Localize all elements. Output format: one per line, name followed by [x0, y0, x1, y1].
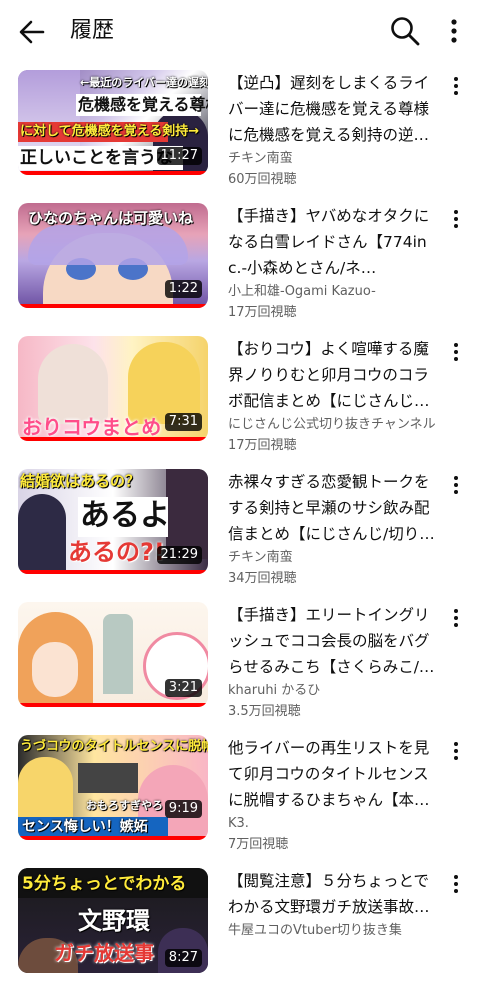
watch-progress-fill — [18, 836, 208, 840]
search-button[interactable] — [388, 14, 422, 48]
history-list: ←最近のライバー達の遅刻問題に 危機感を覚える尊様 に対して危機感を覚える剣持→… — [0, 62, 480, 993]
view-count: 60万回視聴 — [228, 172, 297, 187]
channel-name: にじさんじ公式切り抜きチャンネル — [228, 417, 436, 432]
more-vertical-icon — [454, 875, 458, 893]
thumbnail-text: 危機感を覚える尊様 — [78, 95, 208, 114]
thumbnail-text: おもろすぎやろ — [86, 799, 163, 812]
watch-progress-fill — [18, 703, 208, 707]
view-count: 17万回視聴 — [228, 305, 297, 320]
thumbnail-text: おりコウまとめ — [22, 415, 162, 439]
video-menu-button[interactable] — [446, 207, 466, 233]
more-vertical-icon — [454, 609, 458, 627]
duration-badge: 1:22 — [164, 280, 202, 298]
thumbnail-text: あるよ — [80, 498, 170, 533]
watch-progress-fill — [18, 171, 208, 175]
more-vertical-icon — [451, 19, 457, 43]
arrow-left-icon — [19, 20, 45, 44]
video-title[interactable]: 赤裸々すぎる恋愛観トークをする剣持と早瀬のサシ飲み配信まとめ【にじさんじ/切り… — [228, 469, 438, 547]
video-thumbnail[interactable]: ひなのちゃんは可愛いね 1:22 — [18, 203, 208, 308]
video-item[interactable]: 3:21 【手描き】エリートイングリッシュでココ会長の脳をバグらせるみこち【さく… — [0, 594, 480, 727]
view-count: 17万回視聴 — [228, 438, 297, 453]
channel-name: 牛屋ユコのVtuber切り抜き集 — [228, 923, 402, 938]
video-meta: 他ライバーの再生リストを見て卯月コウのタイトルセンスに脱帽するひまちゃん【本… … — [228, 735, 438, 855]
thumbnail-text: ひなのちゃんは可愛いね — [28, 209, 194, 227]
search-icon — [391, 17, 420, 46]
watch-progress-bar — [18, 836, 208, 840]
more-vertical-icon — [454, 742, 458, 760]
page-title: 履歴 — [70, 18, 115, 43]
duration-badge: 7:31 — [164, 413, 202, 431]
thumbnail-text: うづコウのタイトルセンスに脱帽 — [20, 739, 208, 754]
more-vertical-icon — [454, 343, 458, 361]
video-item[interactable]: ←最近のライバー達の遅刻問題に 危機感を覚える尊様 に対して危機感を覚える剣持→… — [0, 62, 480, 195]
video-menu-button[interactable] — [446, 739, 466, 765]
video-menu-button[interactable] — [446, 473, 466, 499]
thumbnail-text: に対して危機感を覚える剣持→ — [20, 124, 200, 139]
video-item[interactable]: ひなのちゃんは可愛いね 1:22 【手描き】ヤバめなオタクになる白雪レイドさん【… — [0, 195, 480, 328]
video-thumbnail[interactable]: 5分ちょっとでわかる 文野環 ガチ放送事 8:27 — [18, 868, 208, 973]
video-item[interactable]: 結婚欲はあるの？ あるよ あるの?! 21:29 赤裸々すぎる恋愛観トークをする… — [0, 461, 480, 594]
view-count: 7万回視聴 — [228, 837, 289, 852]
video-item[interactable]: うづコウのタイトルセンスに脱帽 おもろすぎやろ センス悔しい！嫉妬 9:19 他… — [0, 727, 480, 860]
video-title[interactable]: 他ライバーの再生リストを見て卯月コウのタイトルセンスに脱帽するひまちゃん【本… — [228, 735, 438, 813]
watch-progress-bar — [18, 703, 208, 707]
video-item[interactable]: 5分ちょっとでわかる 文野環 ガチ放送事 8:27 【閲覧注意】５分ちょっとでわ… — [0, 860, 480, 993]
channel-name: kharuhi かるひ — [228, 683, 321, 698]
video-thumbnail[interactable]: ←最近のライバー達の遅刻問題に 危機感を覚える尊様 に対して危機感を覚える剣持→… — [18, 70, 208, 175]
duration-badge: 11:27 — [156, 147, 202, 165]
video-menu-button[interactable] — [446, 606, 466, 632]
video-title[interactable]: 【閲覧注意】５分ちょっとでわかる文野環ガチ放送事故【にじさんじ/文野環/剣持… — [228, 868, 438, 920]
video-title[interactable]: 【逆凸】遅刻をしまくるライバー達に危機感を覚える尊様に危機感を覚える剣持の逆… — [228, 70, 438, 148]
back-button[interactable] — [14, 14, 50, 50]
video-meta: 【おりコウ】よく喧嘩する魔界ノりりむと卯月コウのコラボ配信まとめ【にじさんじ… … — [228, 336, 438, 456]
watch-progress-fill — [18, 570, 208, 574]
thumbnail-text: あるの?! — [68, 538, 165, 566]
more-vertical-icon — [454, 77, 458, 95]
channel-name: チキン南蛮 — [228, 550, 293, 565]
video-meta: 【逆凸】遅刻をしまくるライバー達に危機感を覚える尊様に危機感を覚える剣持の逆… … — [228, 70, 438, 190]
thumbnail-text: 結婚欲はあるの？ — [20, 472, 141, 490]
channel-name: チキン南蛮 — [228, 151, 293, 166]
video-title[interactable]: 【手描き】エリートイングリッシュでココ会長の脳をバグらせるみこち【さくらみこ/… — [228, 602, 438, 680]
watch-progress-bar — [18, 437, 208, 441]
thumbnail-text: 文野環 — [78, 907, 150, 935]
video-menu-button[interactable] — [446, 74, 466, 100]
more-vertical-icon — [454, 476, 458, 494]
more-vertical-icon — [454, 210, 458, 228]
top-app-bar: 履歴 — [0, 0, 480, 62]
view-count: 34万回視聴 — [228, 571, 297, 586]
video-thumbnail[interactable]: おりコウまとめ 7:31 — [18, 336, 208, 441]
thumbnail-text: 5分ちょっとでわかる — [22, 874, 187, 894]
watch-progress-bar — [18, 171, 208, 175]
video-item[interactable]: おりコウまとめ 7:31 【おりコウ】よく喧嘩する魔界ノりりむと卯月コウのコラボ… — [0, 328, 480, 461]
thumbnail-text: センス悔しい！嫉妬 — [22, 819, 148, 835]
more-options-button[interactable] — [440, 14, 468, 48]
watch-progress-bar — [18, 304, 208, 308]
channel-name: K3. — [228, 816, 249, 831]
video-meta: 赤裸々すぎる恋愛観トークをする剣持と早瀬のサシ飲み配信まとめ【にじさんじ/切り…… — [228, 469, 438, 589]
duration-badge: 8:27 — [164, 949, 202, 967]
watch-progress-fill — [18, 304, 208, 308]
duration-badge: 21:29 — [156, 546, 202, 564]
duration-badge: 3:21 — [164, 679, 202, 697]
video-menu-button[interactable] — [446, 872, 466, 898]
watch-progress-fill — [18, 437, 208, 441]
video-meta: 【閲覧注意】５分ちょっとでわかる文野環ガチ放送事故【にじさんじ/文野環/剣持… … — [228, 868, 438, 941]
video-menu-button[interactable] — [446, 340, 466, 366]
duration-badge: 9:19 — [164, 800, 202, 818]
channel-name: 小上和雄-Ogami Kazuo- — [228, 284, 376, 299]
video-title[interactable]: 【手描き】ヤバめなオタクになる白雪レイドさん【774inc.-小森めとさん/ネ… — [228, 203, 438, 281]
thumbnail-text: 正しいことを言うな — [20, 148, 173, 168]
video-thumbnail[interactable]: 結婚欲はあるの？ あるよ あるの?! 21:29 — [18, 469, 208, 574]
thumbnail-text: ←最近のライバー達の遅刻問題に — [80, 76, 208, 89]
video-meta: 【手描き】エリートイングリッシュでココ会長の脳をバグらせるみこち【さくらみこ/…… — [228, 602, 438, 722]
video-meta: 【手描き】ヤバめなオタクになる白雪レイドさん【774inc.-小森めとさん/ネ…… — [228, 203, 438, 323]
watch-progress-bar — [18, 570, 208, 574]
video-thumbnail[interactable]: 3:21 — [18, 602, 208, 707]
video-title[interactable]: 【おりコウ】よく喧嘩する魔界ノりりむと卯月コウのコラボ配信まとめ【にじさんじ… — [228, 336, 438, 414]
video-thumbnail[interactable]: うづコウのタイトルセンスに脱帽 おもろすぎやろ センス悔しい！嫉妬 9:19 — [18, 735, 208, 840]
view-count: 3.5万回視聴 — [228, 704, 301, 719]
